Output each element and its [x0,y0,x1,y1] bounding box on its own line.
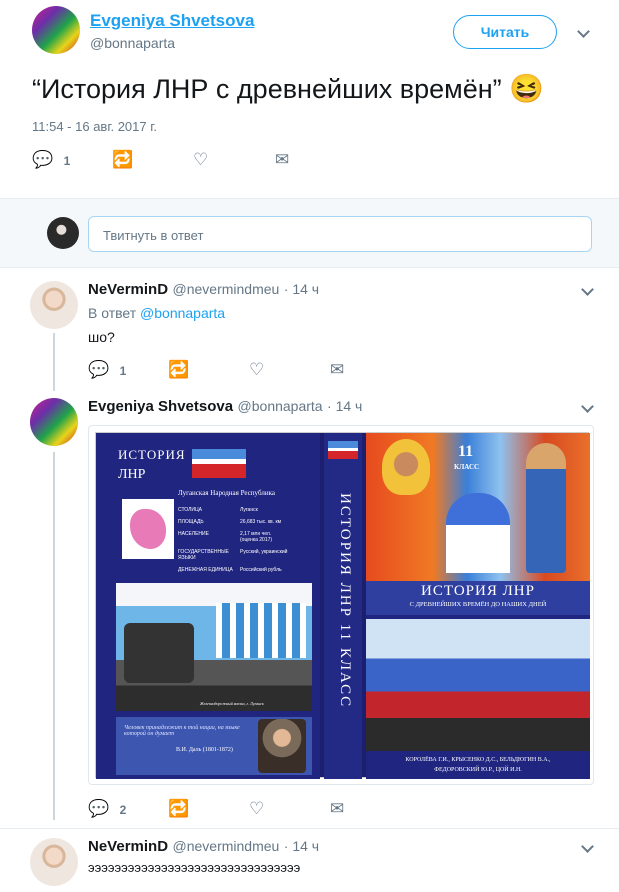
portrait-image [258,719,306,773]
quote-text: Человек принадлежит к той нации, на язык… [124,725,240,737]
icons-panel [366,433,590,581]
cover-title-1: ИСТОРИЯ [118,447,186,462]
crowd-photo [366,619,590,751]
reply-count: 2 [119,803,127,817]
reply-count: 1 [63,154,71,168]
dm-icon[interactable]: ✉ [330,799,344,819]
in-reply-to: В ответ @bonnaparta [88,305,225,321]
cover-front-panel: 11 КЛАСС ИСТОРИЯ ЛНР С ДРЕВНЕЙШИХ ВРЕМЁН… [366,433,590,779]
tweet-timestamp[interactable]: 11:54 - 16 авг. 2017 г. [32,119,157,134]
fact-key: СТОЛИЦА [178,507,203,513]
authors-line-2: ФЕДОРОВСКИЙ Ю.Р., ЦОЙ И.Н. [434,767,522,773]
retweet-icon[interactable]: 🔁 [168,360,189,380]
reply-author-name[interactable]: NeVerminD [88,281,168,298]
chevron-down-icon[interactable] [581,840,594,853]
fact-value: 26,683 тыс. кв. км [240,519,282,525]
reply-text: шо? [88,329,115,345]
quote-author: В.И. Даль (1801-1872) [176,747,233,753]
authors-line-1: КОРОЛЁВА Г.И., КРЫСЕНКО Д.С., БЕЛЬДЮГИН … [405,757,551,763]
reply-avatar[interactable] [30,281,78,329]
thread-line [53,333,55,391]
fact-key: ГОСУДАРСТВЕННЫЕ ЯЗЫКИ [178,549,229,561]
like-icon[interactable]: ♡ [249,360,264,380]
like-icon[interactable]: ♡ [249,799,264,819]
reply-input[interactable]: Твитнуть в ответ [88,216,592,252]
reply-time[interactable]: · 14 ч [327,398,362,414]
cover-back-panel: ИСТОРИЯ ЛНР Луганская Народная Республик… [96,433,320,779]
chevron-down-icon[interactable] [581,400,594,413]
tweet-text-body: “История ЛНР с древнейших времён” [32,74,502,104]
reply-author-name[interactable]: Evgeniya Shvetsova [88,398,233,415]
grade-word: КЛАСС [454,463,480,471]
reply-icon: 💬 [32,150,54,169]
reply-author-name[interactable]: NeVerminD [88,838,168,855]
photo-caption: Железнодорожный вокзал, г. Луганск [200,701,264,706]
station-photo [116,583,312,711]
quote-panel: Человек принадлежит к той нации, на язык… [116,717,312,775]
dm-icon[interactable]: ✉ [275,150,289,170]
reply-header: NeVerminD @nevermindmeu · 14 ч [88,838,319,856]
fact-value: Русский, украинский [240,549,288,555]
tweet-text: “История ЛНР с древнейших времён” 😆 [32,72,544,105]
author-handle[interactable]: @bonnaparta [90,35,175,51]
fact-value: Российский рубль [240,567,282,573]
reply-icon: 💬 [88,799,110,818]
reply-text: ээээээээээээээээээээээээээээээээ [88,860,301,875]
reply-action[interactable]: 💬 1 [88,360,126,380]
fact-value: Луганск [240,507,258,513]
reply-author-handle[interactable]: @nevermindmeu [173,281,280,297]
dm-icon[interactable]: ✉ [330,360,344,380]
cover-facts: СТОЛИЦА Луганск ПЛОЩАДЬ 26,683 тыс. кв. км… [178,507,316,573]
reply-header: Evgeniya Shvetsova @bonnaparta · 14 ч [88,398,362,416]
tweet-media-image[interactable]: ИСТОРИЯ ЛНР Луганская Народная Республик… [88,425,594,785]
retweet-icon[interactable]: 🔁 [112,150,133,170]
divider [0,828,619,829]
retweet-icon[interactable]: 🔁 [168,799,189,819]
reply-author-handle[interactable]: @nevermindmeu [173,838,280,854]
cover-title-2: ЛНР [118,467,146,482]
fact-key: НАСЕЛЕНИЕ [178,531,209,537]
spine-title: ИСТОРИЯ ЛНР 11 КЛАСС [337,493,353,709]
front-title-band: ИСТОРИЯ ЛНР С ДРЕВНЕЙШИХ ВРЕМЁН ДО НАШИХ… [366,581,590,615]
reply-action[interactable]: 💬 1 [32,150,70,170]
book-cover: ИСТОРИЯ ЛНР Луганская Народная Республик… [95,432,590,779]
reply-time[interactable]: · 14 ч [284,281,319,297]
thread-line [53,452,55,820]
cover-republic: Луганская Народная Республика [178,489,275,497]
in-reply-prefix: В ответ [88,305,137,321]
author-name[interactable]: Evgeniya Shvetsova [90,11,254,31]
grade-number: 11 [458,443,474,460]
current-user-avatar [47,217,79,249]
lnr-flag [192,449,246,478]
chevron-down-icon[interactable] [581,283,594,296]
fact-value: 2,17 млн чел. (оценка 2017) [240,531,273,543]
in-reply-handle[interactable]: @bonnaparta [140,305,225,321]
reply-header: NeVerminD @nevermindmeu · 14 ч [88,281,319,299]
reply-action[interactable]: 💬 2 [88,799,126,819]
fact-key: ПЛОЩАДЬ [178,519,204,525]
reply-icon: 💬 [88,360,110,379]
reply-avatar[interactable] [30,398,78,446]
front-title: ИСТОРИЯ ЛНР [421,583,535,599]
reply-count: 1 [119,364,127,378]
chevron-down-icon[interactable] [577,25,590,38]
like-icon[interactable]: ♡ [193,150,208,170]
fact-key: ДЕНЕЖНАЯ ЕДИНИЦА [178,567,233,573]
reply-author-handle[interactable]: @bonnaparta [238,398,323,414]
follow-button[interactable]: Читать [453,15,557,49]
laughing-emoji-icon: 😆 [509,73,545,104]
front-subtitle: С ДРЕВНЕЙШИХ ВРЕМЁН ДО НАШИХ ДНЕЙ [409,601,547,608]
cover-spine: ИСТОРИЯ ЛНР 11 КЛАСС [324,433,362,779]
map-box [122,499,174,559]
reply-time[interactable]: · 14 ч [284,838,319,854]
reply-avatar[interactable] [30,838,78,886]
author-avatar[interactable] [32,6,80,54]
